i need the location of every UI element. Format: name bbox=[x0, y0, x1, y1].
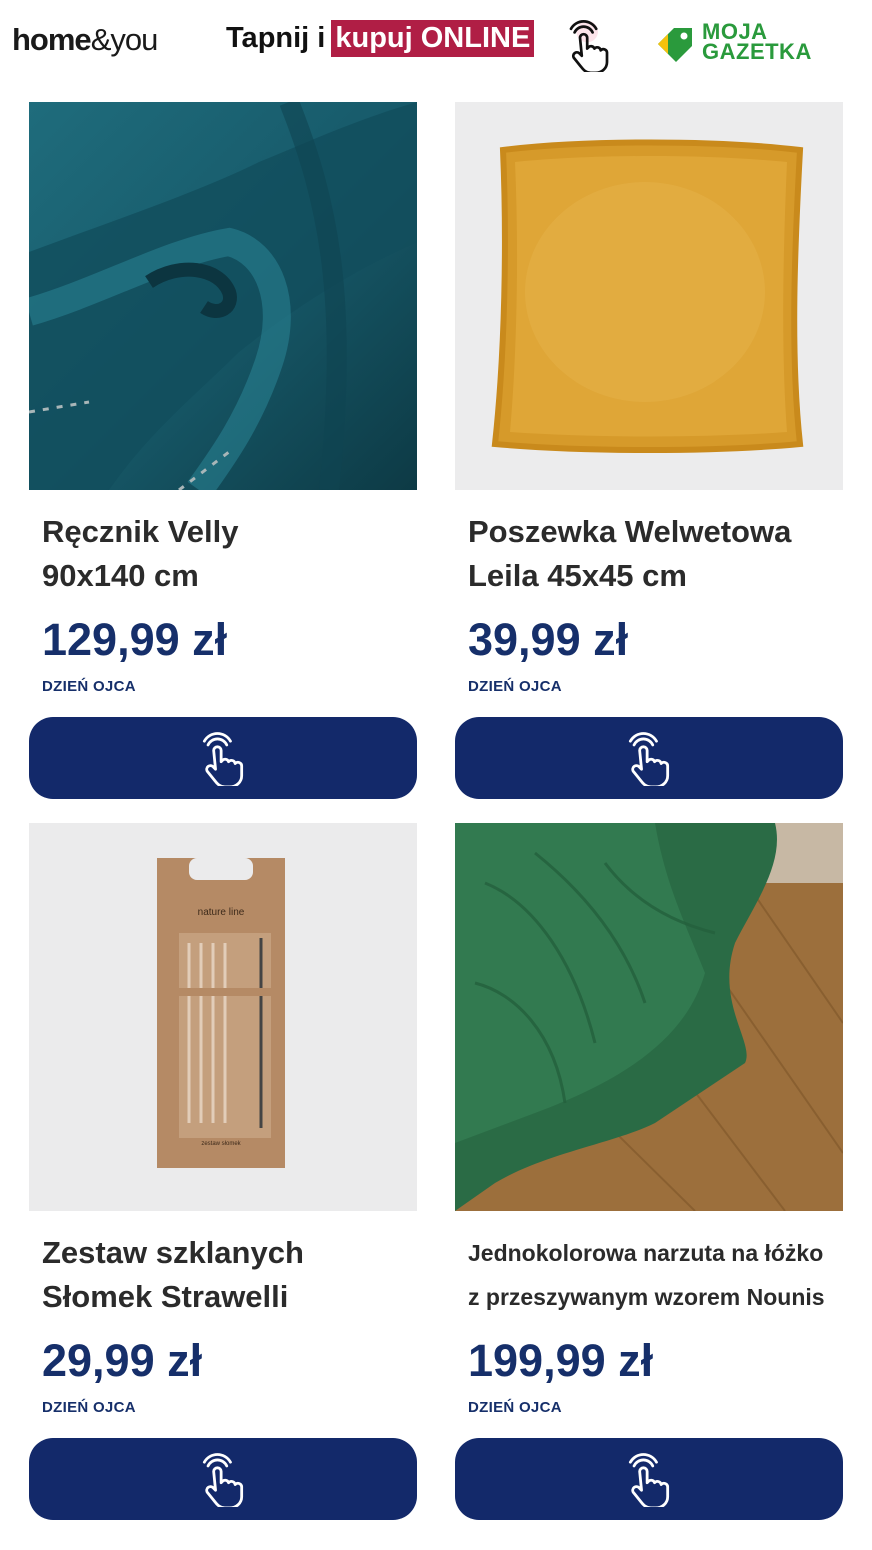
buy-button[interactable] bbox=[455, 717, 843, 799]
product-image-cushion[interactable] bbox=[455, 102, 843, 490]
buy-button[interactable] bbox=[455, 1438, 843, 1520]
partner-line2: GAZETKA bbox=[702, 39, 812, 64]
product-title: Poszewka Welwetowa Leila 45x45 cm bbox=[468, 510, 838, 598]
product-title-line2: 90x140 cm bbox=[42, 558, 199, 593]
tap-hand-icon[interactable] bbox=[562, 12, 616, 78]
tap-hand-icon bbox=[195, 728, 251, 788]
product-price: 39,99 zł bbox=[468, 614, 629, 665]
moja-gazetka-tag-icon bbox=[658, 28, 692, 62]
product-title-line1: Zestaw szklanych bbox=[42, 1235, 304, 1270]
logo-you: &you bbox=[90, 22, 159, 57]
box-brand-text: nature line bbox=[198, 907, 245, 918]
product-title-line1: Jednokolorowa narzuta na łóżko bbox=[468, 1240, 824, 1266]
promo-tag: DZIEŃ OJCA bbox=[468, 678, 562, 695]
tap-prefix: Tapnij i bbox=[226, 22, 326, 54]
product-image-bedspread[interactable] bbox=[455, 823, 843, 1211]
product-image-towel[interactable] bbox=[29, 102, 417, 490]
promo-tag: DZIEŃ OJCA bbox=[468, 1399, 562, 1416]
product-title-line1: Ręcznik Velly bbox=[42, 514, 239, 549]
tap-hand-icon bbox=[621, 728, 677, 788]
promo-tag: DZIEŃ OJCA bbox=[42, 1399, 136, 1416]
header: home&you Tapnij i kupuj ONLINE MOJA GAZE… bbox=[0, 0, 872, 90]
tap-hand-icon bbox=[621, 1449, 677, 1509]
product-price: 199,99 zł bbox=[468, 1335, 654, 1386]
product-price: 129,99 zł bbox=[42, 614, 228, 665]
logo-home: home bbox=[12, 22, 92, 57]
product-title-line2: Leila 45x45 cm bbox=[468, 558, 687, 593]
product-title: Ręcznik Velly 90x140 cm bbox=[42, 510, 412, 598]
home-and-you-logo[interactable]: home&you bbox=[12, 22, 159, 58]
product-title-line1: Poszewka Welwetowa bbox=[468, 514, 792, 549]
product-title-line2: Słomek Strawelli bbox=[42, 1279, 289, 1314]
product-title: Zestaw szklanych Słomek Strawelli bbox=[42, 1231, 412, 1319]
box-product-text: zestaw słomek bbox=[201, 1141, 241, 1147]
product-title: Jednokolorowa narzuta na łóżko z przeszy… bbox=[468, 1231, 838, 1319]
buy-online-highlight: kupuj ONLINE bbox=[331, 20, 535, 57]
product-title-line2: z przeszywanym wzorem Nounis bbox=[468, 1284, 825, 1310]
moja-gazetka-logo[interactable]: MOJA GAZETKA bbox=[656, 21, 812, 64]
tap-to-buy-banner[interactable]: Tapnij i kupuj ONLINE bbox=[226, 20, 535, 57]
buy-button[interactable] bbox=[29, 717, 417, 799]
buy-button[interactable] bbox=[29, 1438, 417, 1520]
tap-hand-icon bbox=[195, 1449, 251, 1509]
product-price: 29,99 zł bbox=[42, 1335, 203, 1386]
promo-tag: DZIEŃ OJCA bbox=[42, 678, 136, 695]
product-image-straws[interactable]: nature line zestaw słomek bbox=[29, 823, 417, 1211]
